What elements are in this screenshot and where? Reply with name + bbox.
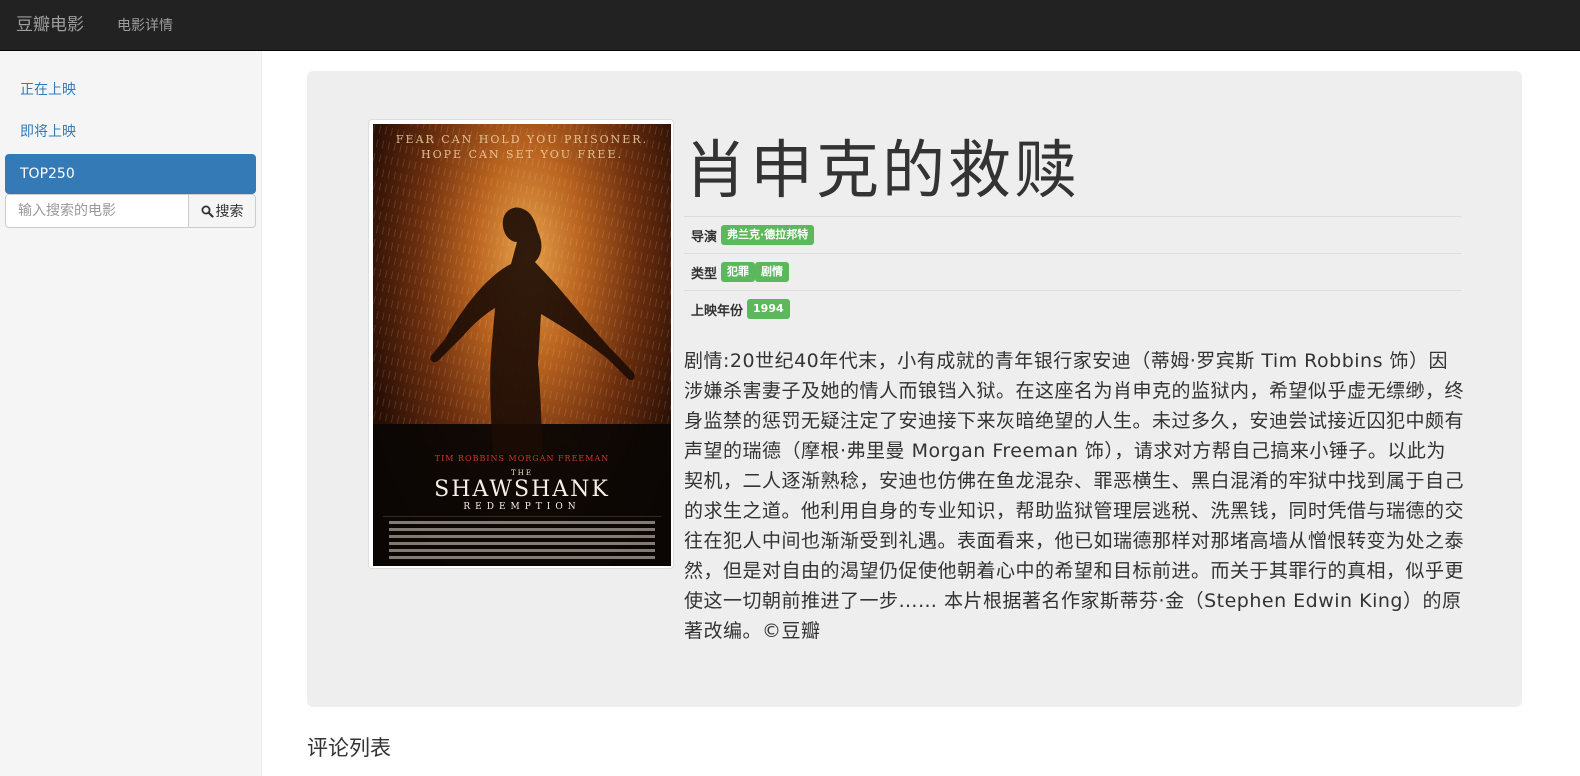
info-row-year: 上映年份 1994 (684, 290, 1461, 327)
search-input[interactable] (5, 194, 189, 228)
sidebar: 正在上映 即将上映 TOP250 搜索 (0, 51, 262, 776)
poster-credits-block (383, 516, 661, 559)
year-badge: 1994 (747, 299, 790, 319)
genre-badge: 犯罪 (721, 262, 756, 282)
genre-badge: 剧情 (755, 262, 790, 282)
poster-subtitle: REDEMPTION (463, 502, 581, 512)
poster-title: SHAWSHANK (434, 477, 610, 502)
movie-detail-panel: FEAR CAN HOLD YOU PRISONER. HOPE CAN SET… (307, 71, 1522, 707)
sidebar-item-label: 正在上映 (20, 82, 76, 98)
movie-synopsis: 剧情:20世纪40年代末，小有成就的青年银行家安迪（蒂姆·罗宾斯 Tim Rob… (684, 350, 1465, 642)
director-label: 导演 (691, 229, 718, 245)
sidebar-item-label: 即将上映 (20, 124, 76, 140)
search-button-label: 搜索 (215, 204, 244, 220)
movie-info-table: 导演 弗兰克·德拉邦特 类型 犯罪 剧情 上映年份 1994 (684, 216, 1461, 327)
info-row-director: 导演 弗兰克·德拉邦特 (684, 216, 1461, 253)
poster-title-the: THE (511, 469, 533, 477)
info-row-genre: 类型 犯罪 剧情 (684, 253, 1461, 290)
poster-tagline: FEAR CAN HOLD YOU PRISONER. HOPE CAN SET… (395, 133, 649, 161)
poster-actors: TIM ROBBINS MORGAN FREEMAN (434, 454, 610, 463)
search-icon (201, 205, 214, 218)
comments-heading: 评论列表 (307, 736, 391, 760)
sidebar-item-coming-soon[interactable]: 即将上映 (5, 112, 256, 152)
movie-title: 肖申克的救赎 (684, 134, 1080, 207)
search-group: 搜索 (5, 194, 256, 228)
brand-link[interactable]: 豆瓣电影 (16, 15, 84, 35)
year-label: 上映年份 (691, 303, 744, 319)
nav-link-movie-detail[interactable]: 电影详情 (117, 17, 173, 35)
top-navbar: 豆瓣电影 电影详情 (0, 0, 1580, 51)
sidebar-item-now-playing[interactable]: 正在上映 (5, 70, 256, 110)
genre-label: 类型 (691, 266, 718, 282)
poster-image: FEAR CAN HOLD YOU PRISONER. HOPE CAN SET… (373, 124, 671, 566)
sidebar-item-top250[interactable]: TOP250 (5, 154, 256, 194)
sidebar-item-label: TOP250 (20, 166, 75, 182)
movie-poster: FEAR CAN HOLD YOU PRISONER. HOPE CAN SET… (368, 119, 674, 569)
search-button[interactable]: 搜索 (188, 194, 256, 228)
director-badge: 弗兰克·德拉邦特 (721, 225, 815, 245)
